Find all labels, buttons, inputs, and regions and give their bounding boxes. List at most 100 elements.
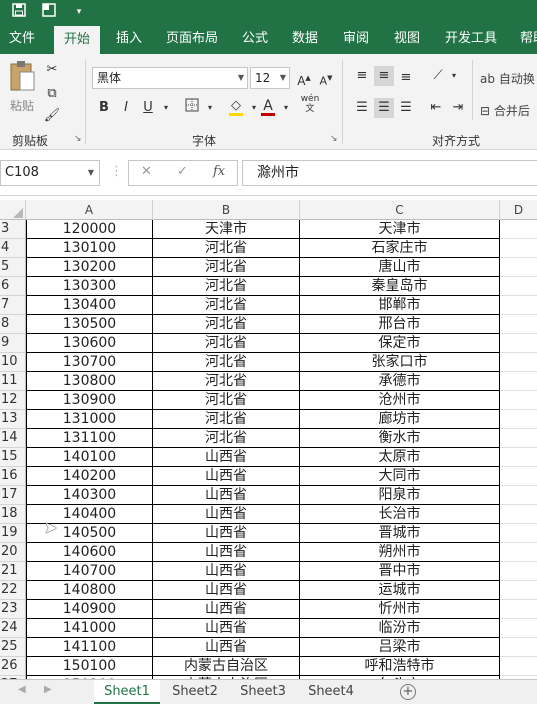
cell-c[interactable]: 邢台市 xyxy=(300,315,500,334)
align-bottom-icon[interactable]: ≡ xyxy=(396,68,416,88)
cell-d[interactable] xyxy=(500,220,537,239)
cell-d[interactable] xyxy=(500,562,537,581)
cell-c[interactable]: 张家口市 xyxy=(300,353,500,372)
cell-b[interactable]: 内蒙古自治区 xyxy=(153,657,300,676)
row-header[interactable]: 25 xyxy=(0,638,26,657)
row-header[interactable]: 7 xyxy=(0,296,26,315)
borders-icon[interactable] xyxy=(182,98,202,118)
cell-d[interactable] xyxy=(500,410,537,429)
cell-d[interactable] xyxy=(500,391,537,410)
cell-d[interactable] xyxy=(500,315,537,334)
column-header-a[interactable]: A xyxy=(26,200,153,220)
tab-insert[interactable]: 插入 xyxy=(116,24,142,54)
cell-c[interactable]: 保定市 xyxy=(300,334,500,353)
cell-b[interactable]: 河北省 xyxy=(153,277,300,296)
align-middle-icon[interactable]: ≡ xyxy=(374,66,394,86)
cell-b[interactable]: 河北省 xyxy=(153,410,300,429)
cell-c[interactable]: 廊坊市 xyxy=(300,410,500,429)
row-header[interactable]: 8 xyxy=(0,315,26,334)
cell-d[interactable] xyxy=(500,467,537,486)
cell-b[interactable]: 山西省 xyxy=(153,543,300,562)
increase-font-icon[interactable]: A▲ xyxy=(294,68,314,88)
cell-b[interactable]: 河北省 xyxy=(153,391,300,410)
bold-button[interactable]: B xyxy=(94,98,114,118)
cell-c[interactable]: 临汾市 xyxy=(300,619,500,638)
cell-a[interactable]: 130800 xyxy=(26,372,153,391)
cell-d[interactable] xyxy=(500,334,537,353)
cell-c[interactable]: 承德市 xyxy=(300,372,500,391)
cell-c[interactable]: 邯郸市 xyxy=(300,296,500,315)
tab-review[interactable]: 审阅 xyxy=(343,24,369,54)
cell-a[interactable]: 140100 xyxy=(26,448,153,467)
format-painter-icon[interactable]: 🖌 xyxy=(42,106,62,126)
cell-b[interactable]: 山西省 xyxy=(153,467,300,486)
align-center-icon[interactable]: ☰ xyxy=(374,98,394,118)
chevron-down-icon[interactable]: ▾ xyxy=(444,66,464,86)
sheet-tab-1[interactable]: Sheet1 xyxy=(94,680,160,704)
cell-c[interactable]: 沧州市 xyxy=(300,391,500,410)
cell-b[interactable]: 河北省 xyxy=(153,334,300,353)
font-name-select[interactable]: 黑体 ▼ xyxy=(92,67,248,89)
cell-b[interactable]: 山西省 xyxy=(153,486,300,505)
row-header[interactable]: 9 xyxy=(0,334,26,353)
row-header[interactable]: 20 xyxy=(0,543,26,562)
font-color-icon[interactable]: A xyxy=(258,96,278,116)
cell-c[interactable]: 晋中市 xyxy=(300,562,500,581)
cell-b[interactable]: 山西省 xyxy=(153,524,300,543)
cell-c[interactable]: 唐山市 xyxy=(300,258,500,277)
underline-button[interactable]: U xyxy=(138,98,158,118)
cut-icon[interactable]: ✂ xyxy=(42,60,62,80)
insert-function-icon[interactable]: fx xyxy=(213,164,225,179)
cell-b[interactable]: 山西省 xyxy=(153,581,300,600)
cell-a[interactable]: 140200 xyxy=(26,467,153,486)
next-sheet-icon[interactable]: ▶ xyxy=(44,684,52,695)
row-header[interactable]: 15 xyxy=(0,448,26,467)
cell-c[interactable]: 运城市 xyxy=(300,581,500,600)
cell-a[interactable]: 130400 xyxy=(26,296,153,315)
cell-b[interactable]: 山西省 xyxy=(153,638,300,657)
cell-c[interactable]: 衡水市 xyxy=(300,429,500,448)
save-icon[interactable] xyxy=(10,3,28,21)
cell-d[interactable] xyxy=(500,239,537,258)
sheet-tab-3[interactable]: Sheet3 xyxy=(230,680,296,704)
customize-dropdown-icon[interactable]: ▾ xyxy=(70,3,88,21)
cell-a[interactable]: 130300 xyxy=(26,277,153,296)
row-header[interactable]: 23 xyxy=(0,600,26,619)
cell-c[interactable]: 大同市 xyxy=(300,467,500,486)
cell-c[interactable]: 秦皇岛市 xyxy=(300,277,500,296)
window-icon[interactable] xyxy=(40,3,58,21)
select-all-button[interactable] xyxy=(0,200,26,220)
align-right-icon[interactable]: ☰ xyxy=(396,98,416,118)
cell-a[interactable]: 131100 xyxy=(26,429,153,448)
sheet-tab-4[interactable]: Sheet4 xyxy=(298,680,364,704)
cell-b[interactable]: 河北省 xyxy=(153,429,300,448)
cell-b[interactable]: 河北省 xyxy=(153,239,300,258)
row-header[interactable]: 11 xyxy=(0,372,26,391)
cell-a[interactable]: 130500 xyxy=(26,315,153,334)
chevron-down-icon[interactable]: ▾ xyxy=(156,98,176,118)
row-header[interactable]: 10 xyxy=(0,353,26,372)
font-size-select[interactable]: 12 ▼ xyxy=(250,67,290,89)
cell-d[interactable] xyxy=(500,296,537,315)
cell-a[interactable]: 130600 xyxy=(26,334,153,353)
row-header[interactable]: 16 xyxy=(0,467,26,486)
cancel-icon[interactable]: ✕ xyxy=(141,164,152,179)
cell-d[interactable] xyxy=(500,657,537,676)
column-header-b[interactable]: B xyxy=(153,200,300,220)
row-header[interactable]: 13 xyxy=(0,410,26,429)
row-header[interactable]: 18 xyxy=(0,505,26,524)
cell-b[interactable]: 河北省 xyxy=(153,296,300,315)
cell-d[interactable] xyxy=(500,543,537,562)
cell-c[interactable]: 晋城市 xyxy=(300,524,500,543)
chevron-down-icon[interactable]: ▾ xyxy=(276,98,296,118)
cell-d[interactable] xyxy=(500,619,537,638)
cell-d[interactable] xyxy=(500,258,537,277)
cell-b[interactable]: 河北省 xyxy=(153,353,300,372)
clipboard-launcher-icon[interactable]: ↘ xyxy=(74,134,82,144)
row-header[interactable]: 3 xyxy=(0,220,26,239)
cell-d[interactable] xyxy=(500,486,537,505)
cell-c[interactable]: 长治市 xyxy=(300,505,500,524)
row-header[interactable]: 24 xyxy=(0,619,26,638)
tab-formulas[interactable]: 公式 xyxy=(242,24,268,54)
cell-a[interactable]: 140700 xyxy=(26,562,153,581)
